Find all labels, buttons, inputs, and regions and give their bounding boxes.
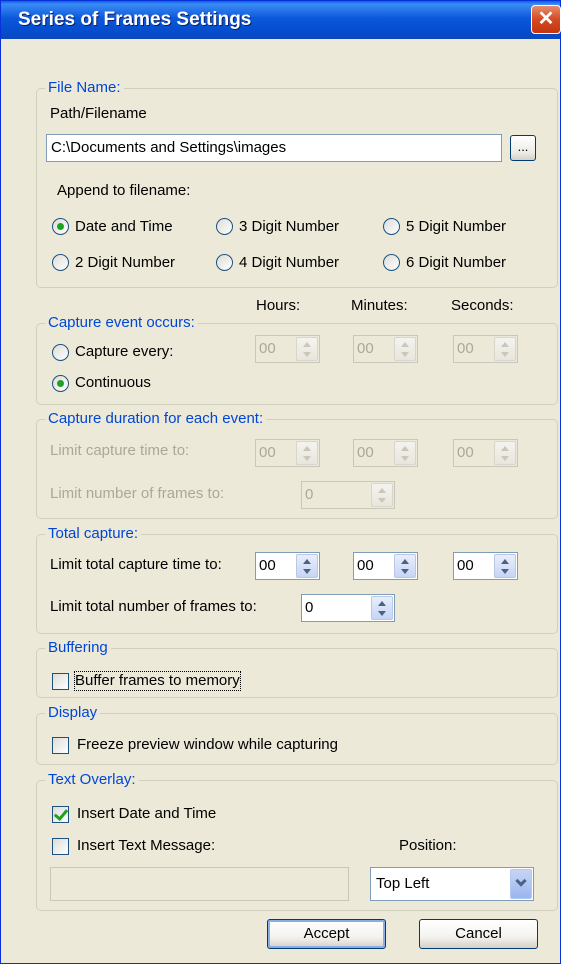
capture-every-minutes-spinner[interactable]: 00 — [353, 335, 418, 363]
radio-date-time-label: Date and Time — [75, 218, 173, 235]
buffer-frames-label: Buffer frames to memory — [74, 671, 241, 691]
path-filename-label: Path/Filename — [50, 105, 147, 122]
radio-2-digit-button[interactable] — [52, 254, 69, 271]
radio-3-digit-button[interactable] — [216, 218, 233, 235]
radio-4-digit-button[interactable] — [216, 254, 233, 271]
freeze-preview-check[interactable] — [52, 737, 69, 754]
spinner-arrows-icon[interactable] — [296, 441, 318, 465]
insert-message-check[interactable] — [52, 838, 69, 855]
radio-2-digit-label: 2 Digit Number — [75, 254, 176, 271]
spinner-value: 00 — [457, 444, 474, 461]
insert-datetime-label: Insert Date and Time — [77, 805, 217, 822]
radio-6-digit-button[interactable] — [383, 254, 400, 271]
duration-seconds-spinner[interactable]: 00 — [453, 439, 518, 467]
capture-duration-legend: Capture duration for each event: — [45, 410, 267, 428]
radio-6-digit-label: 6 Digit Number — [406, 254, 507, 271]
freeze-preview-label: Freeze preview window while capturing — [77, 736, 338, 753]
limit-total-frames-label: Limit total number of frames to: — [50, 598, 257, 615]
spinner-arrows-icon[interactable] — [494, 337, 516, 361]
title-bar[interactable]: Series of Frames Settings ✕ — [1, 1, 561, 39]
spinner-arrows-icon[interactable] — [371, 483, 393, 507]
spinner-arrows-icon[interactable] — [371, 596, 393, 620]
spinner-value: 00 — [259, 557, 276, 574]
spinner-value: 00 — [457, 557, 474, 574]
limit-capture-time-label: Limit capture time to: — [50, 442, 190, 459]
spinner-arrows-icon[interactable] — [296, 337, 318, 361]
spinner-arrows-icon[interactable] — [494, 554, 516, 578]
position-select[interactable]: Top Left — [370, 867, 534, 901]
window-title: Series of Frames Settings — [18, 9, 252, 30]
accept-button[interactable]: Accept — [267, 919, 386, 949]
close-icon: ✕ — [537, 8, 555, 30]
spinner-value: 00 — [357, 444, 374, 461]
buffer-frames-check[interactable] — [52, 673, 69, 690]
insert-datetime-check[interactable] — [52, 806, 69, 823]
spinner-value: 00 — [357, 557, 374, 574]
total-capture-group — [36, 534, 558, 634]
spinner-arrows-icon[interactable] — [296, 554, 318, 578]
radio-3-digit-label: 3 Digit Number — [239, 218, 340, 235]
duration-minutes-spinner[interactable]: 00 — [353, 439, 418, 467]
total-capture-legend: Total capture: — [45, 525, 142, 543]
display-legend: Display — [45, 704, 101, 722]
spinner-value: 00 — [457, 340, 474, 357]
minutes-header: Minutes: — [351, 297, 408, 314]
chevron-down-icon[interactable] — [510, 869, 532, 899]
total-frames-spinner[interactable]: 0 — [301, 594, 395, 622]
total-minutes-spinner[interactable]: 00 — [353, 552, 418, 580]
spinner-value: 00 — [259, 340, 276, 357]
text-message-input[interactable] — [50, 867, 349, 901]
spinner-arrows-icon[interactable] — [394, 554, 416, 578]
insert-message-label: Insert Text Message: — [77, 837, 216, 854]
limit-total-time-label: Limit total capture time to: — [50, 556, 222, 573]
capture-duration-group — [36, 419, 558, 519]
file-name-legend: File Name: — [45, 79, 124, 97]
total-hours-spinner[interactable]: 00 — [255, 552, 320, 580]
spinner-value: 00 — [357, 340, 374, 357]
browse-button[interactable]: ... — [510, 135, 536, 161]
radio-date-time-button[interactable] — [52, 218, 69, 235]
total-seconds-spinner[interactable]: 00 — [453, 552, 518, 580]
append-to-filename-label: Append to filename: — [57, 182, 191, 199]
radio-continuous-label: Continuous — [75, 374, 151, 391]
duration-frames-spinner[interactable]: 0 — [301, 481, 395, 509]
capture-every-hours-spinner[interactable]: 00 — [255, 335, 320, 363]
buffering-legend: Buffering — [45, 639, 111, 657]
radio-4-digit-label: 4 Digit Number — [239, 254, 340, 271]
text-overlay-legend: Text Overlay: — [45, 771, 139, 789]
spinner-value: 0 — [305, 599, 314, 616]
spinner-arrows-icon[interactable] — [394, 441, 416, 465]
radio-5-digit-button[interactable] — [383, 218, 400, 235]
spinner-arrows-icon[interactable] — [394, 337, 416, 361]
spinner-arrows-icon[interactable] — [494, 441, 516, 465]
position-label: Position: — [399, 837, 457, 854]
position-select-value: Top Left — [376, 875, 430, 892]
capture-event-legend: Capture event occurs: — [45, 314, 198, 332]
duration-hours-spinner[interactable]: 00 — [255, 439, 320, 467]
spinner-value: 0 — [305, 486, 314, 503]
radio-5-digit-label: 5 Digit Number — [406, 218, 507, 235]
close-button[interactable]: ✕ — [531, 5, 561, 34]
radio-continuous-button[interactable] — [52, 375, 69, 392]
limit-frames-label: Limit number of frames to: — [50, 485, 225, 502]
cancel-button[interactable]: Cancel — [419, 919, 538, 949]
path-filename-input[interactable]: C:\Documents and Settings\images — [46, 134, 502, 162]
dialog-window: Series of Frames Settings ✕ File Name: P… — [0, 0, 561, 964]
seconds-header: Seconds: — [451, 297, 514, 314]
spinner-value: 00 — [259, 444, 276, 461]
radio-capture-every-button[interactable] — [52, 344, 69, 361]
capture-every-seconds-spinner[interactable]: 00 — [453, 335, 518, 363]
radio-capture-every-label: Capture every: — [75, 343, 174, 360]
hours-header: Hours: — [256, 297, 301, 314]
